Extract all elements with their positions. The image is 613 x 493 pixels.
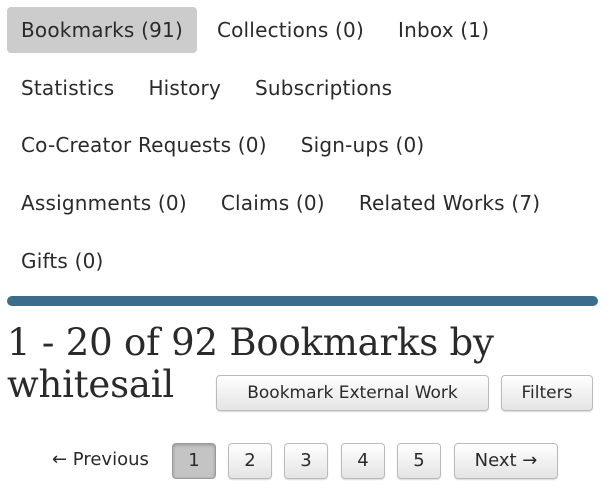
user-navigation: Bookmarks (91) Collections (0) Inbox (1)… [7, 7, 607, 295]
page-title-line-2: whitesail [7, 363, 175, 406]
page-4-link[interactable]: 4 [341, 443, 385, 479]
nav-row-5: Gifts (0) [7, 238, 607, 284]
nav-item-gifts[interactable]: Gifts (0) [7, 238, 118, 284]
nav-item-subscriptions[interactable]: Subscriptions [241, 65, 406, 111]
nav-row-2: Statistics History Subscriptions [7, 65, 607, 111]
page-5-link[interactable]: 5 [397, 443, 441, 479]
nav-item-inbox[interactable]: Inbox (1) [384, 7, 503, 53]
nav-item-statistics[interactable]: Statistics [7, 65, 128, 111]
nav-item-assignments[interactable]: Assignments (0) [7, 180, 201, 226]
filters-button[interactable]: Filters [501, 375, 593, 411]
next-page-link[interactable]: Next → [454, 443, 558, 479]
nav-item-claims[interactable]: Claims (0) [207, 180, 339, 226]
nav-item-history[interactable]: History [134, 65, 235, 111]
nav-item-co-creator-requests[interactable]: Co-Creator Requests (0) [7, 122, 281, 168]
pagination: ← Previous 1 2 3 4 5 Next → [0, 443, 613, 479]
nav-item-bookmarks[interactable]: Bookmarks (91) [7, 7, 197, 53]
nav-divider [7, 296, 598, 306]
nav-item-sign-ups[interactable]: Sign-ups (0) [287, 122, 439, 168]
page-1-current: 1 [172, 443, 216, 479]
previous-page-link: ← Previous [52, 449, 149, 470]
page-3-link[interactable]: 3 [284, 443, 328, 479]
nav-row-3: Co-Creator Requests (0) Sign-ups (0) [7, 122, 607, 168]
nav-row-4: Assignments (0) Claims (0) Related Works… [7, 180, 607, 226]
nav-item-collections[interactable]: Collections (0) [203, 7, 378, 53]
page-title-line-1: 1 - 20 of 92 Bookmarks by [7, 321, 494, 364]
nav-row-1: Bookmarks (91) Collections (0) Inbox (1) [7, 7, 607, 53]
nav-item-related-works[interactable]: Related Works (7) [345, 180, 554, 226]
bookmark-external-work-button[interactable]: Bookmark External Work [216, 375, 489, 411]
page-2-link[interactable]: 2 [228, 443, 272, 479]
